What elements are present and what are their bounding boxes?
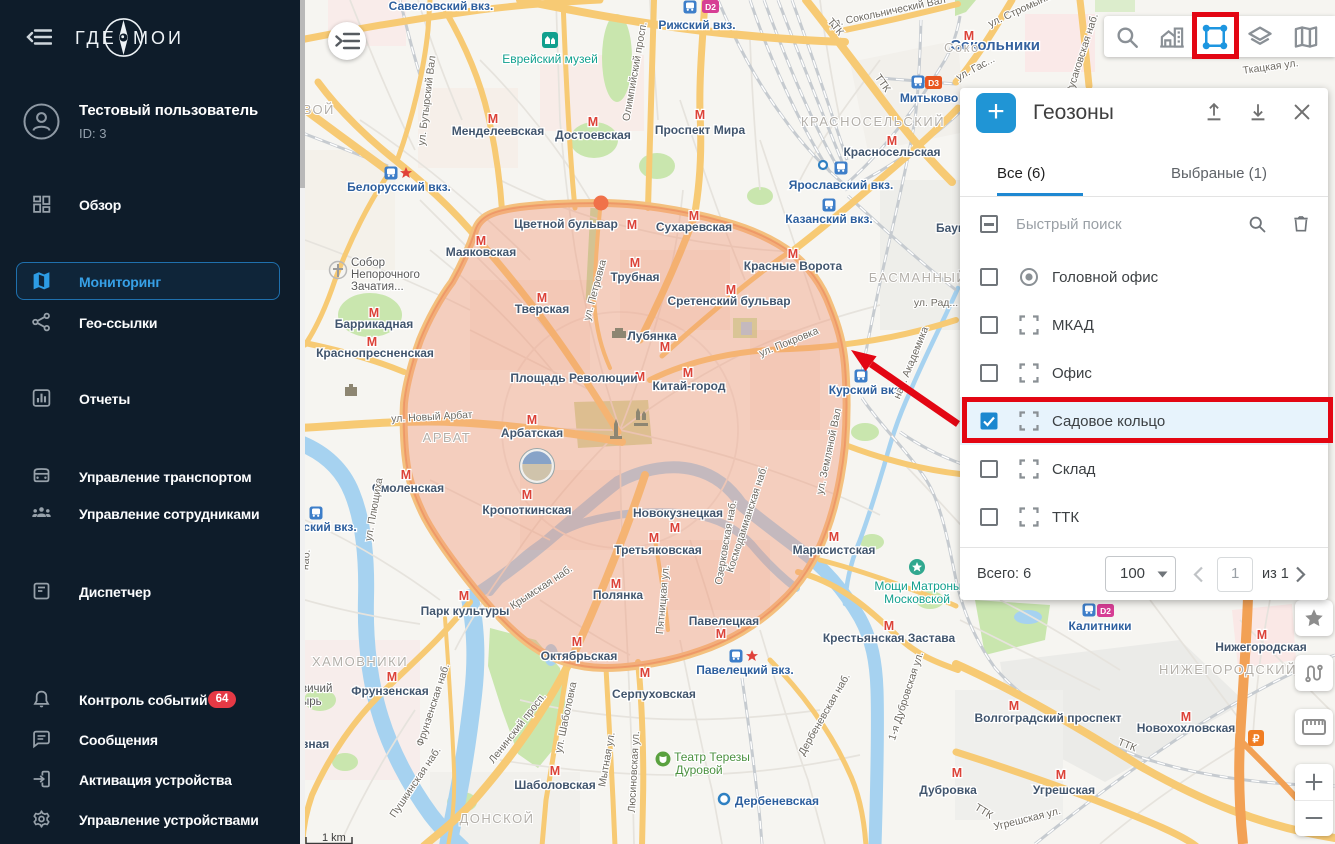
svg-text:Дербеневская: Дербеневская — [735, 794, 819, 808]
svg-text:ОВОЙ: ОВОЙ — [305, 102, 335, 117]
svg-text:Московской: Московской — [884, 592, 950, 606]
svg-text:Лубянка: Лубянка — [627, 329, 677, 343]
svg-text:М: М — [630, 256, 640, 270]
svg-text:М: М — [627, 218, 637, 232]
svg-text:Рижский вкз.: Рижский вкз. — [658, 18, 735, 32]
svg-text:Крестьянская Застава: Крестьянская Застава — [823, 631, 956, 645]
svg-text:D2: D2 — [1100, 606, 1111, 616]
svg-text:Непорочного: Непорочного — [351, 269, 420, 281]
svg-text:Митьково: Митьково — [900, 91, 958, 105]
svg-text:D2: D2 — [705, 2, 716, 12]
svg-text:Полянка: Полянка — [593, 588, 644, 602]
svg-text:ырь: ырь — [305, 696, 322, 708]
svg-text:М: М — [670, 521, 680, 535]
svg-text:ул. Рад...: ул. Рад... — [914, 297, 958, 309]
svg-text:М: М — [459, 589, 469, 603]
svg-text:Павелецкий вкз.: Павелецкий вкз. — [696, 663, 793, 677]
svg-text:ХАМОВНИКИ: ХАМОВНИКИ — [312, 654, 408, 669]
svg-text:Достоевская: Достоевская — [555, 128, 631, 142]
svg-text:Калитники: Калитники — [1068, 619, 1131, 633]
svg-text:М: М — [716, 627, 726, 641]
svg-text:Зачатия...: Зачатия... — [351, 281, 404, 293]
svg-text:Кропоткинская: Кропоткинская — [482, 503, 571, 517]
svg-text:Дубровка: Дубровка — [919, 783, 977, 797]
svg-text:Еврейский музей: Еврейский музей — [502, 52, 598, 66]
svg-text:Арбатская: Арбатская — [501, 426, 563, 440]
svg-text:Волгоградский проспект: Волгоградский проспект — [975, 711, 1122, 725]
svg-text:1 km: 1 km — [322, 832, 346, 844]
svg-text:Красные Ворота: Красные Ворота — [744, 259, 843, 273]
svg-text:Шаболовская: Шаболовская — [514, 778, 595, 792]
svg-text:Мощи Матроны: Мощи Матроны — [874, 579, 961, 593]
svg-text:М: М — [952, 766, 962, 780]
svg-text:Китай-город: Китай-город — [653, 379, 726, 393]
svg-text:М: М — [640, 666, 650, 680]
svg-text:D3: D3 — [928, 78, 939, 88]
svg-text:Савеловский вкз.: Савеловский вкз. — [389, 0, 494, 13]
svg-text:Краснопресненская: Краснопресненская — [316, 346, 434, 360]
svg-text:Марксистская: Марксистская — [793, 543, 876, 557]
svg-text:М: М — [387, 670, 397, 684]
svg-text:Казанский вкз.: Казанский вкз. — [785, 212, 872, 226]
svg-text:Новохохловская: Новохохловская — [1137, 721, 1236, 735]
svg-text:Нижегородская: Нижегородская — [1215, 640, 1307, 654]
svg-text:М: М — [1056, 768, 1066, 782]
svg-text:Тверская: Тверская — [515, 302, 569, 316]
svg-text:Сухаревская: Сухаревская — [656, 220, 732, 234]
svg-text:Фрунзенская: Фрунзенская — [351, 684, 428, 698]
svg-text:Новокузнецкая: Новокузнецкая — [633, 506, 723, 520]
svg-text:Угрешская: Угрешская — [1033, 783, 1095, 797]
svg-text:Белорусский вкз.: Белорусский вкз. — [347, 180, 451, 194]
svg-text:М: М — [588, 115, 598, 129]
svg-text:Собор: Собор — [351, 257, 385, 269]
svg-text:Трубная: Трубная — [610, 270, 659, 284]
svg-text:Красносельская: Красносельская — [843, 145, 940, 159]
svg-text:вная: вная — [305, 737, 329, 751]
svg-text:Проспект Мира: Проспект Мира — [655, 123, 746, 137]
svg-text:М: М — [829, 530, 839, 544]
svg-text:Цветной бульвар: Цветной бульвар — [514, 217, 618, 231]
svg-text:вичий: вичий — [305, 683, 332, 695]
svg-text:М: М — [527, 413, 537, 427]
svg-text:М: М — [401, 468, 411, 482]
svg-text:М: М — [572, 635, 582, 649]
svg-text:Третьяковская: Третьяковская — [614, 543, 702, 557]
svg-text:Соко: Соко — [944, 40, 980, 55]
svg-text:М: М — [522, 488, 532, 502]
svg-text:Сретенский бульвар: Сретенский бульвар — [667, 294, 790, 308]
svg-text:КРАСНОСЕЛЬСКИЙ: КРАСНОСЕЛЬСКИЙ — [801, 114, 945, 129]
svg-text:М: М — [683, 366, 693, 380]
svg-text:Баррикадная: Баррикадная — [335, 317, 414, 331]
svg-text:Площадь Революции: Площадь Революции — [510, 371, 637, 385]
svg-text:Парк культуры: Парк культуры — [421, 604, 510, 618]
svg-text:ский вкз.: ский вкз. — [305, 520, 357, 534]
svg-text:₽: ₽ — [1253, 734, 1260, 746]
svg-text:НИЖЕГОРОДСКИЙ: НИЖЕГОРОДСКИЙ — [1159, 662, 1297, 677]
svg-text:ДОНСКОЙ: ДОНСКОЙ — [459, 811, 534, 826]
svg-text:Серпуховская: Серпуховская — [612, 687, 696, 701]
svg-text:БАСМАННЫЙ: БАСМАННЫЙ — [869, 270, 968, 285]
svg-text:АРБАТ: АРБАТ — [423, 430, 472, 445]
svg-text:Октябрьская: Октябрьская — [541, 649, 618, 663]
svg-text:Менделеевская: Менделеевская — [452, 124, 544, 138]
svg-text:М: М — [695, 108, 705, 122]
svg-text:Дуровой: Дуровой — [675, 763, 722, 777]
svg-text:Ярославский вкз.: Ярославский вкз. — [789, 178, 894, 192]
svg-text:Павелецкая: Павелецкая — [689, 614, 759, 628]
svg-text:М: М — [550, 764, 560, 778]
svg-text:Театр Терезы: Театр Терезы — [674, 750, 750, 764]
svg-text:Маяковская: Маяковская — [446, 245, 516, 259]
